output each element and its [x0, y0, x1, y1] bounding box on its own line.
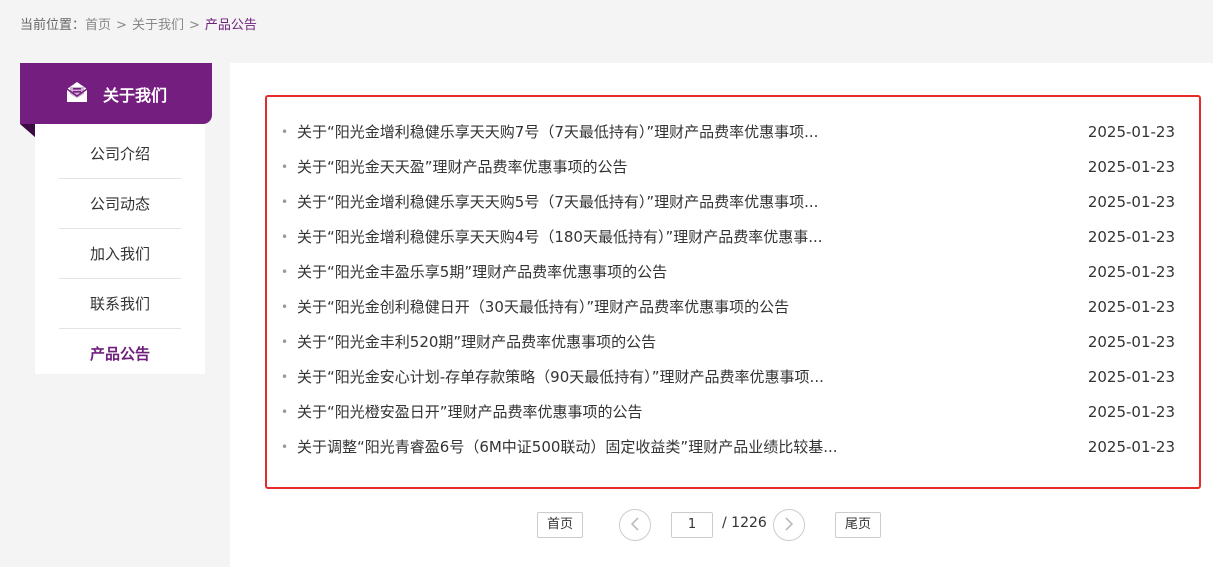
- last-page-button[interactable]: 尾页: [835, 512, 882, 538]
- list-item[interactable]: • 关于“阳光金天天盈”理财产品费率优惠事项的公告 2025-01-23: [281, 149, 1175, 184]
- sidebar-header-label: 关于我们: [102, 85, 167, 105]
- list-item[interactable]: • 关于“阳光金增利稳健乐享天天购5号（7天最低持有）”理财产品费率优惠事项..…: [281, 184, 1175, 219]
- bullet-icon: •: [281, 404, 289, 419]
- announcement-title[interactable]: 关于“阳光橙安盈日开”理财产品费率优惠事项的公告: [297, 401, 887, 422]
- announcement-date: 2025-01-23: [1087, 402, 1175, 421]
- sidebar-header: 关于我们: [20, 63, 212, 124]
- announcement-date: 2025-01-23: [1087, 122, 1175, 141]
- breadcrumb-separator: >: [116, 18, 127, 33]
- announcement-date: 2025-01-23: [1087, 367, 1175, 386]
- sidebar-item-company-news[interactable]: 公司动态: [59, 178, 181, 229]
- next-page-button[interactable]: [773, 509, 805, 541]
- breadcrumb-home-link[interactable]: 首页: [85, 18, 111, 33]
- sidebar-item-contact-us[interactable]: 联系我们: [59, 278, 181, 329]
- bullet-icon: •: [281, 299, 289, 314]
- list-item[interactable]: • 关于“阳光金增利稳健乐享天天购4号（180天最低持有）”理财产品费率优惠事.…: [281, 219, 1175, 254]
- bullet-icon: •: [281, 334, 289, 349]
- announcement-list: • 关于“阳光金增利稳健乐享天天购7号（7天最低持有）”理财产品费率优惠事项..…: [265, 95, 1201, 489]
- list-item[interactable]: • 关于“阳光金丰盈乐享5期”理财产品费率优惠事项的公告 2025-01-23: [281, 254, 1175, 289]
- announcement-date: 2025-01-23: [1087, 157, 1175, 176]
- page-number-input[interactable]: 1: [671, 512, 713, 538]
- breadcrumb-separator: >: [188, 18, 200, 33]
- bullet-icon: •: [281, 194, 289, 209]
- announcement-date: 2025-01-23: [1087, 297, 1175, 316]
- envelope-icon: [65, 81, 89, 107]
- breadcrumb-prefix: 当前位置：: [20, 18, 86, 33]
- announcement-title[interactable]: 关于“阳光金增利稳健乐享天天购7号（7天最低持有）”理财产品费率优惠事项...: [297, 121, 887, 142]
- list-item[interactable]: • 关于调整“阳光青睿盈6号（6M中证500联动）固定收益类”理财产品业绩比较基…: [281, 429, 1175, 464]
- page-total: / 1226: [722, 515, 767, 531]
- announcement-title[interactable]: 关于“阳光金安心计划-存单存款策略（90天最低持有）”理财产品费率优惠事项...: [297, 366, 887, 387]
- prev-page-button[interactable]: [619, 509, 651, 541]
- announcement-title[interactable]: 关于“阳光金天天盈”理财产品费率优惠事项的公告: [297, 156, 887, 177]
- announcement-title[interactable]: 关于“阳光金丰利520期”理财产品费率优惠事项的公告: [297, 331, 887, 352]
- bullet-icon: •: [281, 439, 289, 454]
- list-item[interactable]: • 关于“阳光橙安盈日开”理财产品费率优惠事项的公告 2025-01-23: [281, 394, 1175, 429]
- announcement-date: 2025-01-23: [1087, 262, 1175, 281]
- list-item[interactable]: • 关于“阳光金丰利520期”理财产品费率优惠事项的公告 2025-01-23: [281, 324, 1175, 359]
- chevron-left-icon: [630, 515, 640, 536]
- bullet-icon: •: [281, 124, 289, 139]
- sidebar-item-product-notice[interactable]: 产品公告: [59, 328, 181, 378]
- announcement-title[interactable]: 关于“阳光金丰盈乐享5期”理财产品费率优惠事项的公告: [297, 261, 887, 282]
- chevron-right-icon: [784, 515, 794, 536]
- bullet-icon: •: [281, 159, 289, 174]
- first-page-button[interactable]: 首页: [537, 512, 584, 538]
- list-item[interactable]: • 关于“阳光金创利稳健日开（30天最低持有）”理财产品费率优惠事项的公告 20…: [281, 289, 1175, 324]
- announcement-title[interactable]: 关于“阳光金增利稳健乐享天天购5号（7天最低持有）”理财产品费率优惠事项...: [297, 191, 887, 212]
- announcement-date: 2025-01-23: [1087, 192, 1175, 211]
- breadcrumb-current: 产品公告: [204, 18, 257, 33]
- bullet-icon: •: [281, 369, 289, 384]
- announcement-title[interactable]: 关于调整“阳光青睿盈6号（6M中证500联动）固定收益类”理财产品业绩比较基..…: [297, 436, 887, 457]
- main-panel: • 关于“阳光金增利稳健乐享天天购7号（7天最低持有）”理财产品费率优惠事项..…: [230, 63, 1213, 567]
- sidebar-item-company-intro[interactable]: 公司介绍: [59, 128, 181, 179]
- announcement-title[interactable]: 关于“阳光金增利稳健乐享天天购4号（180天最低持有）”理财产品费率优惠事...: [297, 226, 887, 247]
- announcement-date: 2025-01-23: [1087, 227, 1175, 246]
- bullet-icon: •: [281, 264, 289, 279]
- announcement-date: 2025-01-23: [1087, 437, 1175, 456]
- announcement-date: 2025-01-23: [1087, 332, 1175, 351]
- breadcrumb: 当前位置：首页 > 关于我们 > 产品公告: [20, 14, 257, 33]
- sidebar-menu: 公司介绍 公司动态 加入我们 联系我们 产品公告: [35, 124, 205, 374]
- sidebar-fold: [20, 124, 36, 138]
- list-item[interactable]: • 关于“阳光金增利稳健乐享天天购7号（7天最低持有）”理财产品费率优惠事项..…: [281, 114, 1175, 149]
- list-item[interactable]: • 关于“阳光金安心计划-存单存款策略（90天最低持有）”理财产品费率优惠事项.…: [281, 359, 1175, 394]
- sidebar-item-join-us[interactable]: 加入我们: [59, 228, 181, 279]
- announcement-title[interactable]: 关于“阳光金创利稳健日开（30天最低持有）”理财产品费率优惠事项的公告: [297, 296, 887, 317]
- bullet-icon: •: [281, 229, 289, 244]
- breadcrumb-about-link[interactable]: 关于我们: [132, 18, 184, 33]
